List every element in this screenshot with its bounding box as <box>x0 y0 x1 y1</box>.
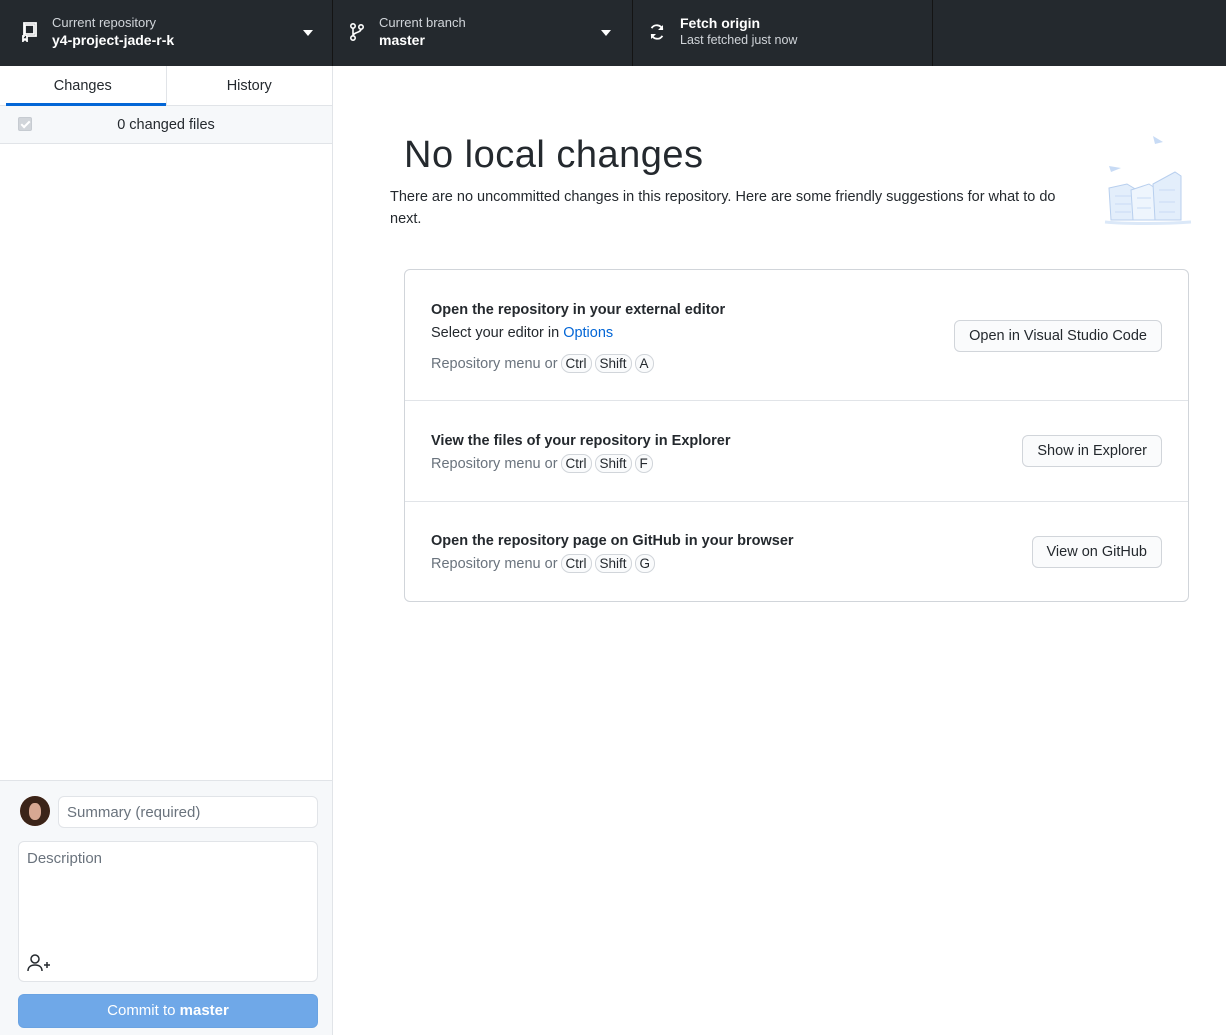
intro-text: There are no uncommitted changes in this… <box>390 189 1056 227</box>
shortcut-hint: Repository menu or Ctrl Shift A <box>431 354 654 373</box>
fetch-origin-button[interactable]: Fetch origin Last fetched just now <box>633 0 933 66</box>
key-shift: Shift <box>594 454 632 473</box>
add-coauthor-icon[interactable] <box>27 953 51 973</box>
app-toolbar: Current repository y4-project-jade-r-k C… <box>0 0 1226 66</box>
shortcut-hint-text: Repository menu or <box>431 455 558 472</box>
commit-button-label: Commit to <box>107 1002 176 1019</box>
key-shift: Shift <box>594 554 632 573</box>
avatar <box>20 796 50 826</box>
branch-label: Current branch <box>379 15 466 30</box>
page-title: No local changes <box>404 134 704 176</box>
sync-icon <box>647 22 667 42</box>
shortcut-hint-text: Repository menu or <box>431 555 558 572</box>
view-on-github-button[interactable]: View on GitHub <box>1031 536 1162 568</box>
commit-panel: Commit to master <box>0 780 332 1035</box>
suggestion-subtitle-text: Select your editor in <box>431 325 564 341</box>
repository-label: Current repository <box>52 15 157 30</box>
shortcut-hint: Repository menu or Ctrl Shift F <box>431 454 653 473</box>
key-g: G <box>634 554 656 573</box>
suggestion-subtitle: Select your editor in Options <box>431 325 613 341</box>
description-box <box>18 841 318 982</box>
changed-files-count: 0 changed files <box>117 117 215 133</box>
key-a: A <box>634 354 654 373</box>
chevron-down-icon <box>601 30 611 36</box>
commit-button[interactable]: Commit to master <box>18 994 318 1028</box>
suggestion-title: View the files of your repository in Exp… <box>431 433 731 449</box>
empty-state-illustration <box>1104 136 1192 225</box>
key-ctrl: Ctrl <box>560 354 592 373</box>
show-in-explorer-button[interactable]: Show in Explorer <box>1022 435 1162 467</box>
repo-icon <box>20 22 40 42</box>
fetch-origin-label: Fetch origin <box>680 15 761 31</box>
open-in-editor-button[interactable]: Open in Visual Studio Code <box>954 320 1162 352</box>
key-ctrl: Ctrl <box>560 554 592 573</box>
branch-selector[interactable]: Current branch master <box>333 0 633 66</box>
options-link[interactable]: Options <box>563 325 613 341</box>
branch-name: master <box>379 32 425 48</box>
description-field[interactable] <box>19 842 317 952</box>
suggestion-show-in-explorer: View the files of your repository in Exp… <box>405 401 1188 502</box>
git-branch-icon <box>347 22 367 42</box>
suggestion-open-editor: Open the repository in your external edi… <box>405 270 1188 401</box>
suggestions-card: Open the repository in your external edi… <box>404 269 1189 602</box>
last-fetched-text: Last fetched just now <box>680 33 798 47</box>
chevron-down-icon <box>303 30 313 36</box>
key-shift: Shift <box>594 354 632 373</box>
shortcut-hint: Repository menu or Ctrl Shift G <box>431 554 656 573</box>
sidebar: Changes History 0 changed files Commit t… <box>0 66 333 1035</box>
shortcut-hint-text: Repository menu or <box>431 355 558 372</box>
repository-selector[interactable]: Current repository y4-project-jade-r-k <box>0 0 333 66</box>
select-all-checkbox[interactable] <box>18 117 32 131</box>
suggestion-title: Open the repository page on GitHub in yo… <box>431 533 794 549</box>
commit-button-branch: master <box>179 1002 229 1019</box>
key-ctrl: Ctrl <box>560 454 592 473</box>
repository-name: y4-project-jade-r-k <box>52 32 175 48</box>
suggestion-view-on-github: Open the repository page on GitHub in yo… <box>405 502 1188 602</box>
key-f: F <box>634 454 653 473</box>
sidebar-tabs: Changes History <box>0 66 332 106</box>
suggestion-title: Open the repository in your external edi… <box>431 302 726 318</box>
main-panel: No local changes There are no uncommitte… <box>333 66 1226 1035</box>
tab-history[interactable]: History <box>165 66 333 105</box>
tab-changes[interactable]: Changes <box>0 66 166 106</box>
changes-header: 0 changed files <box>0 106 332 144</box>
summary-input[interactable] <box>58 796 318 828</box>
